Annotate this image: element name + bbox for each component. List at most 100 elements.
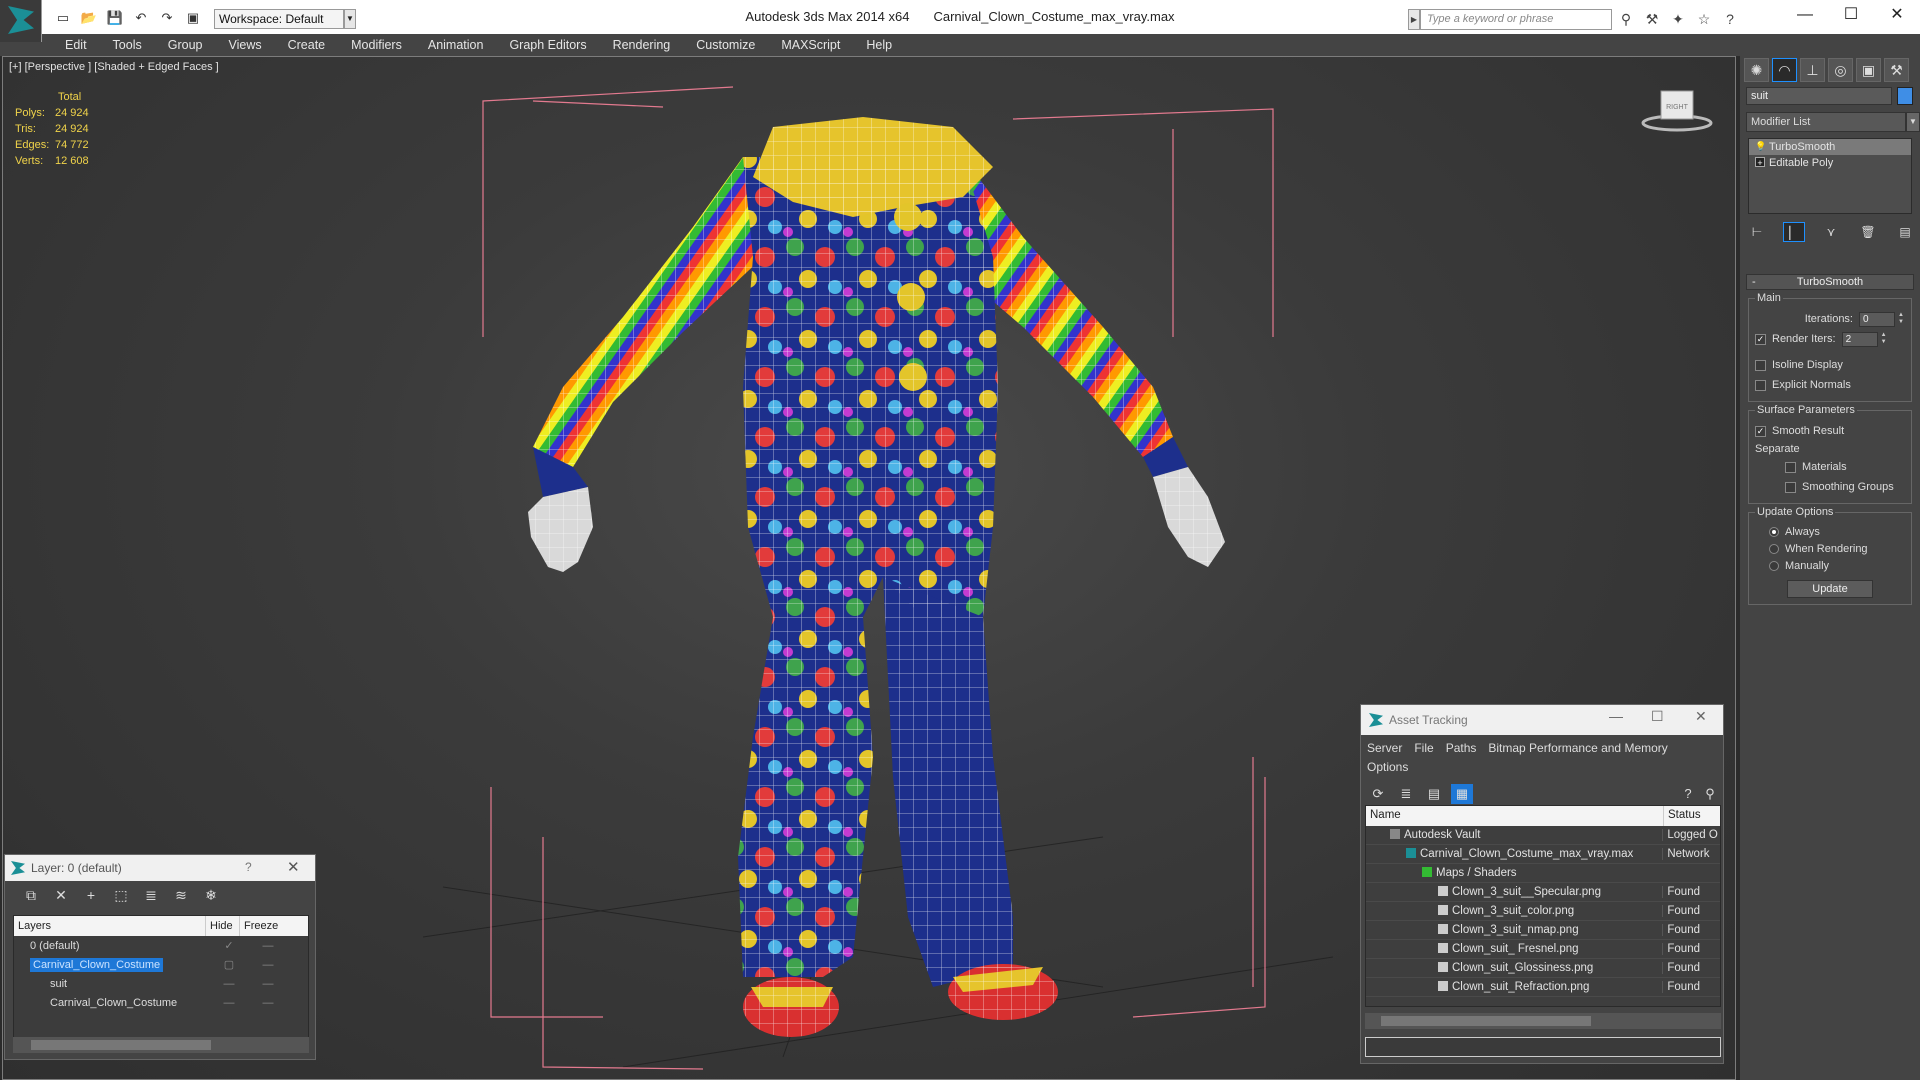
scrollbar-thumb[interactable] xyxy=(1381,1016,1591,1026)
hierarchy-tab-icon[interactable]: ⊥ xyxy=(1800,58,1825,82)
maximize-button[interactable]: ☐ xyxy=(1828,0,1874,30)
minimize-button[interactable]: — xyxy=(1609,708,1623,724)
viewcube-icon[interactable]: RIGHT xyxy=(1639,87,1715,135)
highlight-selected-icon[interactable]: ≣ xyxy=(139,884,163,906)
col-hide[interactable]: Hide xyxy=(206,916,240,936)
subscription-icon[interactable]: ⚒ xyxy=(1642,9,1662,29)
col-status[interactable]: Status xyxy=(1664,806,1705,826)
qat-customize-arrow-icon[interactable]: ▼ xyxy=(344,9,356,29)
close-icon[interactable]: ✕ xyxy=(1695,708,1707,725)
menu-modifiers[interactable]: Modifiers xyxy=(338,38,415,52)
viewport-label[interactable]: [+] [Perspective ] [Shaded + Edged Faces… xyxy=(9,61,219,73)
new-file-icon[interactable]: ▭ xyxy=(52,8,74,28)
layer-row[interactable]: suit — — xyxy=(14,974,308,993)
refresh-icon[interactable]: ⟳ xyxy=(1367,784,1389,804)
spinner-arrows-icon[interactable]: ▲ ▼ xyxy=(1880,332,1888,347)
layer-row[interactable]: Carnival_Clown_Costume ▢ — xyxy=(14,955,308,974)
asset-row[interactable]: Clown_suit_ Fresnel.png Found xyxy=(1366,940,1720,959)
list-view-icon[interactable]: ≣ xyxy=(1395,784,1417,804)
pin-stack-icon[interactable]: ⊢ xyxy=(1746,222,1768,242)
utilities-tab-icon[interactable]: ⚒ xyxy=(1884,58,1909,82)
add-to-layer-icon[interactable]: + xyxy=(79,884,103,906)
menu-help[interactable]: Help xyxy=(853,38,905,52)
menu-views[interactable]: Views xyxy=(215,38,274,52)
asset-row[interactable]: Carnival_Clown_Costume_max_vray.max Netwo… xyxy=(1366,845,1720,864)
close-button[interactable]: ✕ xyxy=(1874,0,1920,30)
asset-row[interactable]: Maps / Shaders xyxy=(1366,864,1720,883)
asset-window-titlebar[interactable]: Asset Tracking — ☐ ✕ xyxy=(1361,705,1723,735)
vault-login-icon[interactable]: ⚲ xyxy=(1699,784,1721,804)
workspace-dropdown[interactable]: Workspace: Default xyxy=(214,9,344,29)
object-color-swatch[interactable] xyxy=(1897,87,1913,105)
asset-row[interactable]: Autodesk Vault Logged O xyxy=(1366,826,1720,845)
select-in-layer-icon[interactable]: ⬚ xyxy=(109,884,133,906)
freeze-all-layers-icon[interactable]: ❄ xyxy=(199,884,223,906)
communication-center-icon[interactable]: ✦ xyxy=(1668,9,1688,29)
smooth-result-checkbox[interactable]: ✓ xyxy=(1755,425,1766,437)
render-iters-spinner[interactable]: 2 xyxy=(1841,331,1878,347)
manually-radio[interactable] xyxy=(1769,560,1779,571)
menu-edit[interactable]: Edit xyxy=(52,38,100,52)
iterations-spinner[interactable]: 0 xyxy=(1859,311,1895,327)
close-icon[interactable]: ✕ xyxy=(287,858,300,876)
menu-create[interactable]: Create xyxy=(275,38,339,52)
stack-item-turbosmooth[interactable]: 💡 TurboSmooth xyxy=(1749,139,1911,155)
detail-view-icon[interactable]: ▤ xyxy=(1423,784,1445,804)
help-button[interactable]: ? xyxy=(245,860,252,874)
expand-plus-icon[interactable]: + xyxy=(1755,157,1765,168)
minimize-button[interactable]: — xyxy=(1782,0,1828,30)
menu-graph-editors[interactable]: Graph Editors xyxy=(496,38,599,52)
scrollbar-thumb[interactable] xyxy=(31,1040,211,1050)
create-layer-icon[interactable]: ⧉ xyxy=(19,884,43,906)
remove-modifier-icon[interactable]: 🗑 xyxy=(1857,222,1879,242)
motion-tab-icon[interactable]: ◎ xyxy=(1828,58,1853,82)
make-unique-icon[interactable]: ⋎ xyxy=(1820,222,1842,242)
help-icon[interactable]: ? xyxy=(1720,9,1740,29)
when-rendering-radio[interactable] xyxy=(1769,543,1779,554)
asset-row[interactable]: Clown_suit_Refraction.png Found xyxy=(1366,978,1720,997)
stack-item-editable-poly[interactable]: + Editable Poly xyxy=(1749,155,1911,171)
materials-checkbox[interactable] xyxy=(1785,461,1796,473)
menu-file[interactable]: File xyxy=(1414,741,1433,755)
lightbulb-icon[interactable]: 💡 xyxy=(1755,141,1766,151)
always-radio[interactable] xyxy=(1769,526,1779,537)
favorites-star-icon[interactable]: ☆ xyxy=(1694,9,1714,29)
isoline-display-checkbox[interactable] xyxy=(1755,359,1766,371)
menu-group[interactable]: Group xyxy=(155,38,216,52)
asset-row[interactable]: Clown_3_suit_nmap.png Found xyxy=(1366,921,1720,940)
explicit-normals-checkbox[interactable] xyxy=(1755,379,1766,391)
layer-row[interactable]: 0 (default) ✓ — xyxy=(14,936,308,955)
spinner-arrows-icon[interactable]: ▲ ▼ xyxy=(1897,312,1905,327)
save-file-icon[interactable]: 💾 xyxy=(104,8,126,28)
display-tab-icon[interactable]: ▣ xyxy=(1856,58,1881,82)
search-input[interactable]: Type a keyword or phrase xyxy=(1420,9,1612,30)
modifier-list-dropdown[interactable]: Modifier List xyxy=(1746,112,1906,132)
maximize-button[interactable]: ☐ xyxy=(1651,708,1664,725)
horizontal-scrollbar[interactable] xyxy=(1365,1013,1721,1029)
table-view-icon[interactable]: ▦ xyxy=(1451,784,1473,804)
chevron-down-icon[interactable]: ▼ xyxy=(1906,112,1920,132)
menu-tools[interactable]: Tools xyxy=(100,38,155,52)
hide-all-layers-icon[interactable]: ≋ xyxy=(169,884,193,906)
menu-rendering[interactable]: Rendering xyxy=(600,38,684,52)
layer-window-titlebar[interactable]: Layer: 0 (default) ? ✕ xyxy=(5,855,315,881)
undo-icon[interactable]: ↶ xyxy=(130,8,152,28)
menu-maxscript[interactable]: MAXScript xyxy=(768,38,853,52)
configure-modifier-sets-icon[interactable]: ▤ xyxy=(1894,222,1916,242)
horizontal-scrollbar[interactable] xyxy=(13,1037,309,1053)
menu-customize[interactable]: Customize xyxy=(683,38,768,52)
render-iters-checkbox[interactable]: ✓ xyxy=(1755,333,1766,345)
delete-layer-icon[interactable]: ✕ xyxy=(49,884,73,906)
rollout-header[interactable]: - TurboSmooth xyxy=(1746,274,1914,290)
col-name[interactable]: Name xyxy=(1366,806,1664,826)
vault-help-icon[interactable]: ? xyxy=(1677,784,1699,804)
menu-animation[interactable]: Animation xyxy=(415,38,497,52)
menu-bitmap-performance[interactable]: Bitmap Performance and Memory xyxy=(1488,741,1667,755)
show-end-result-icon[interactable]: ▏ xyxy=(1783,222,1805,242)
create-tab-icon[interactable]: ✺ xyxy=(1744,58,1769,82)
col-freeze[interactable]: Freeze xyxy=(240,916,280,936)
asset-row[interactable]: Clown_3_suit__Specular.png Found xyxy=(1366,883,1720,902)
smoothing-groups-checkbox[interactable] xyxy=(1785,481,1796,493)
open-file-icon[interactable]: 📂 xyxy=(78,8,100,28)
search-expand-icon[interactable]: ▶ xyxy=(1408,9,1420,30)
